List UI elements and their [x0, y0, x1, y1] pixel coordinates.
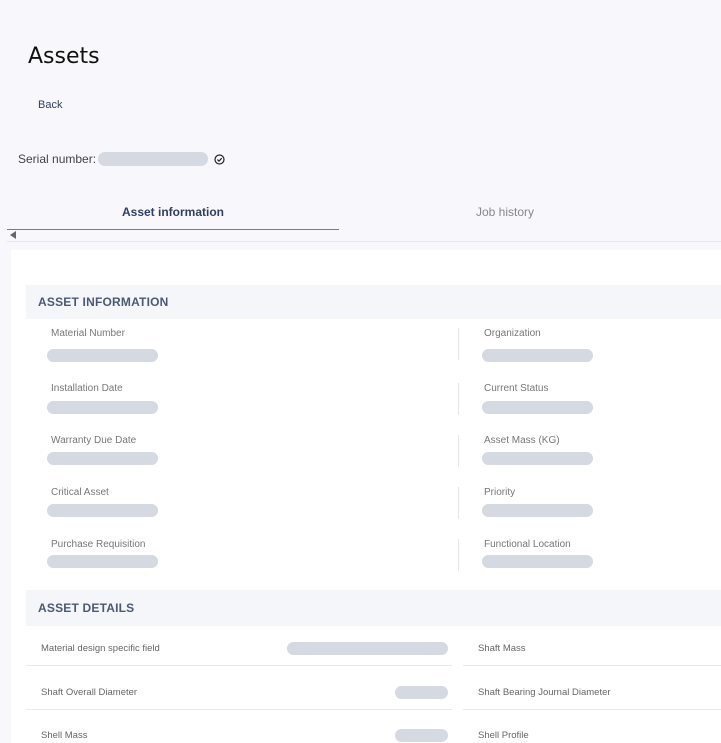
field-value-placeholder	[482, 452, 593, 465]
detail-label: Shaft Bearing Journal Diameter	[478, 687, 611, 698]
column-divider	[458, 435, 459, 467]
serial-number-row: Serial number:	[18, 152, 225, 166]
field-label: Priority	[484, 487, 516, 498]
row-divider	[26, 709, 452, 710]
field-value-placeholder	[47, 452, 158, 465]
field-value-placeholder	[482, 349, 593, 362]
row-divider	[463, 709, 721, 710]
asset-details-header: ASSET DETAILS	[26, 590, 721, 626]
asset-information-header: ASSET INFORMATION	[26, 285, 721, 319]
detail-label: Shell Mass	[41, 730, 88, 741]
tab-job-history[interactable]: Job history	[339, 196, 671, 230]
field-label: Installation Date	[51, 383, 123, 394]
detail-label: Shaft Overall Diameter	[41, 687, 138, 698]
field-label: Critical Asset	[51, 487, 109, 498]
row-divider	[463, 665, 721, 666]
detail-value-placeholder	[395, 686, 448, 699]
field-label: Warranty Due Date	[51, 435, 137, 446]
detail-label: Shaft Mass	[478, 643, 526, 654]
tab-bar-divider	[7, 241, 721, 242]
serial-number-value-placeholder	[98, 152, 209, 166]
field-value-placeholder	[47, 555, 158, 568]
field-label: Asset Mass (KG)	[484, 435, 560, 446]
column-divider	[458, 383, 459, 415]
detail-value-placeholder	[287, 642, 448, 655]
back-link[interactable]: Back	[38, 99, 62, 111]
field-label: Functional Location	[484, 539, 571, 550]
field-value-placeholder	[482, 401, 593, 414]
column-divider	[458, 487, 459, 519]
field-label: Material Number	[51, 328, 125, 339]
field-label: Organization	[484, 328, 541, 339]
column-divider	[458, 539, 459, 571]
field-label: Purchase Requisition	[51, 539, 146, 550]
field-value-placeholder	[47, 504, 158, 517]
field-value-placeholder	[47, 401, 158, 414]
field-label: Current Status	[484, 383, 549, 394]
field-value-placeholder	[482, 504, 593, 517]
serial-number-label: Serial number:	[18, 152, 97, 166]
content-panel: ASSET INFORMATION Material Number Organiz…	[11, 250, 721, 743]
tab-bar: Asset information Job history	[7, 196, 721, 230]
scroll-left-arrow-icon[interactable]	[10, 231, 16, 239]
row-divider	[26, 665, 452, 666]
field-value-placeholder	[47, 349, 158, 362]
check-circle-icon	[214, 153, 225, 165]
field-value-placeholder	[482, 555, 593, 568]
detail-label: Material design specific field	[41, 643, 160, 654]
tab-asset-information[interactable]: Asset information	[7, 196, 339, 230]
column-divider	[458, 328, 459, 360]
detail-value-placeholder	[395, 729, 448, 742]
detail-label: Shell Profile	[478, 730, 529, 741]
page-title: Assets	[28, 44, 100, 69]
